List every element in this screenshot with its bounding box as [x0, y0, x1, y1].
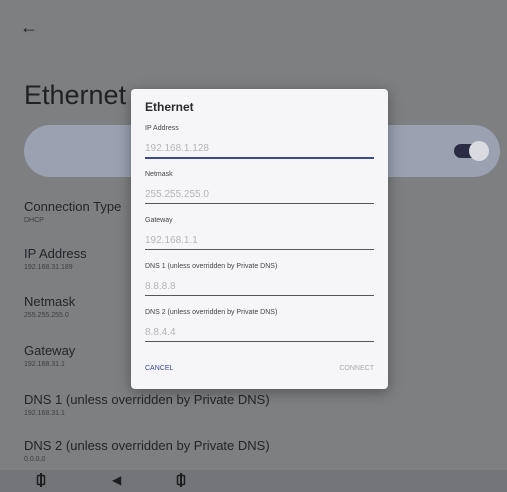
- cancel-button[interactable]: CANCEL: [145, 365, 173, 372]
- page-title: Ethernet: [24, 80, 127, 110]
- pref-dns1[interactable]: DNS 1 (unless overridden by Private DNS)…: [24, 392, 270, 418]
- dialog-title: Ethernet: [145, 100, 194, 114]
- ip-address-input[interactable]: 192.168.1.128: [145, 141, 374, 159]
- dns1-input[interactable]: 8.8.8.8: [145, 279, 374, 296]
- triangle-back-icon[interactable]: ◀: [112, 473, 121, 487]
- ethernet-dialog: Ethernet IP Address 192.168.1.128 Netmas…: [131, 89, 388, 389]
- gateway-input[interactable]: 192.168.1.1: [145, 233, 374, 250]
- recents-icon[interactable]: [176, 473, 186, 490]
- pref-summary: DHCP: [24, 217, 44, 224]
- ip-address-label: IP Address: [145, 125, 179, 132]
- pref-title: Connection Type: [24, 199, 122, 214]
- dns1-label: DNS 1 (unless overridden by Private DNS): [145, 263, 278, 270]
- pref-title: Netmask: [24, 294, 76, 309]
- pref-title: DNS 2 (unless overridden by Private DNS): [24, 438, 270, 453]
- back-arrow-icon[interactable]: ←: [20, 18, 38, 36]
- netmask-input[interactable]: 255.255.255.0: [145, 187, 374, 204]
- gateway-label: Gateway: [145, 217, 173, 224]
- pref-connection-type[interactable]: Connection Type DHCP: [24, 199, 121, 225]
- pref-title: DNS 1 (unless overridden by Private DNS): [24, 392, 270, 407]
- pref-title: Gateway: [24, 343, 76, 358]
- ethernet-toggle[interactable]: [454, 141, 489, 161]
- pref-summary: 192.168.31.189: [24, 264, 73, 271]
- pref-dns2[interactable]: DNS 2 (unless overridden by Private DNS)…: [24, 438, 270, 464]
- netmask-label: Netmask: [145, 171, 173, 178]
- dns2-label: DNS 2 (unless overridden by Private DNS): [145, 309, 278, 316]
- pref-summary: 192.168.31.1: [24, 410, 65, 417]
- pref-title: IP Address: [24, 246, 87, 261]
- dns2-input[interactable]: 8.8.4.4: [145, 325, 374, 342]
- connect-button[interactable]: CONNECT: [339, 365, 374, 372]
- pref-ip-address[interactable]: IP Address 192.168.31.189: [24, 246, 87, 272]
- toggle-knob: [469, 141, 489, 161]
- recents-icon[interactable]: [36, 473, 46, 490]
- pref-gateway[interactable]: Gateway 192.168.31.1: [24, 343, 75, 369]
- pref-summary: 192.168.31.1: [24, 361, 65, 368]
- pref-summary: 0.0.0.0: [24, 456, 46, 463]
- pref-summary: 255.255.255.0: [24, 312, 69, 319]
- pref-netmask[interactable]: Netmask 255.255.255.0: [24, 294, 75, 320]
- navigation-bar: ◀: [0, 470, 507, 492]
